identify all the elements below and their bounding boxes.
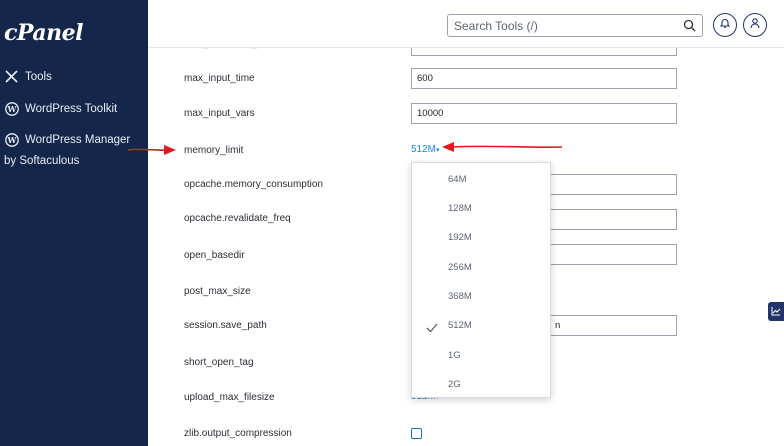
setting-label: opcache.revalidate_freq (184, 213, 291, 224)
setting-label: max_input_time (184, 73, 255, 84)
cpanel-logo[interactable]: cPanel (4, 20, 83, 46)
sidebar-item-label: WordPress Toolkit (25, 102, 118, 115)
svg-text:W: W (6, 135, 17, 145)
sidebar-item-label: Tools (25, 70, 52, 83)
svg-text:W: W (6, 104, 17, 114)
chart-icon (771, 303, 781, 321)
wordpress-icon: W (4, 101, 19, 116)
annotation-arrow-right-icon (128, 145, 176, 155)
setting-label: short_open_tag (184, 357, 254, 368)
php-settings-panel: max_execution_time 30 max_input_time 600… (148, 48, 784, 446)
dropdown-option[interactable]: 368M (448, 291, 472, 302)
wordpress-icon: W (4, 132, 19, 147)
setting-value-field[interactable]: 10000 (411, 103, 677, 124)
dropdown-option-selected[interactable]: 512M (448, 320, 472, 331)
setting-label: post_max_size (184, 286, 251, 297)
setting-label: upload_max_filesize (184, 392, 275, 403)
sidebar-item-wordpress-manager[interactable]: W WordPress Manager (4, 132, 130, 147)
user-menu-button[interactable] (743, 13, 767, 37)
caret-down-icon: ▾ (436, 147, 440, 154)
tools-icon (4, 69, 19, 84)
setting-label: zlib.output_compression (184, 428, 292, 439)
sidebar-item-tools[interactable]: Tools (4, 69, 52, 84)
setting-value-field[interactable]: 30 (411, 48, 677, 56)
setting-label: open_basedir (184, 250, 245, 261)
dropdown-option[interactable]: 1G (448, 350, 461, 361)
setting-label: opcache.memory_consumption (184, 179, 323, 190)
zlib-output-compression-checkbox[interactable] (411, 428, 422, 439)
setting-value-field[interactable]: 600 (411, 68, 677, 89)
bell-icon (719, 16, 731, 34)
search-icon[interactable] (683, 19, 696, 35)
setting-label: max_execution_time (184, 48, 276, 49)
search-input[interactable]: Search Tools (/) (447, 14, 703, 37)
dropdown-option[interactable]: 128M (448, 203, 472, 214)
top-header: Search Tools (/) (148, 0, 784, 48)
dropdown-value: 512M (411, 144, 437, 155)
memory-limit-options: 64M 128M 192M 256M 368M 512M 1G 2G (411, 162, 551, 398)
setting-label: max_input_vars (184, 108, 255, 119)
notifications-button[interactable] (713, 13, 737, 37)
checkmark-icon (426, 320, 438, 338)
sidebar-item-subtext: by Softaculous (4, 155, 80, 167)
memory-limit-dropdown[interactable]: 512M▾ (411, 144, 440, 155)
search-placeholder: Search Tools (/) (454, 18, 538, 33)
stats-side-tab[interactable] (768, 302, 784, 321)
annotation-arrow-left-icon (442, 142, 563, 152)
user-icon (749, 16, 761, 34)
dropdown-option[interactable]: 256M (448, 262, 472, 273)
setting-label: memory_limit (184, 145, 244, 156)
dropdown-option[interactable]: 64M (448, 174, 466, 185)
dropdown-option[interactable]: 192M (448, 232, 472, 243)
sidebar: cPanel Tools W WordPress Toolkit W WordP… (0, 0, 148, 446)
dropdown-option[interactable]: 2G (448, 379, 461, 390)
sidebar-item-wordpress-toolkit[interactable]: W WordPress Toolkit (4, 101, 117, 116)
sidebar-item-label: WordPress Manager (25, 133, 131, 146)
setting-label: session.save_path (184, 320, 267, 331)
